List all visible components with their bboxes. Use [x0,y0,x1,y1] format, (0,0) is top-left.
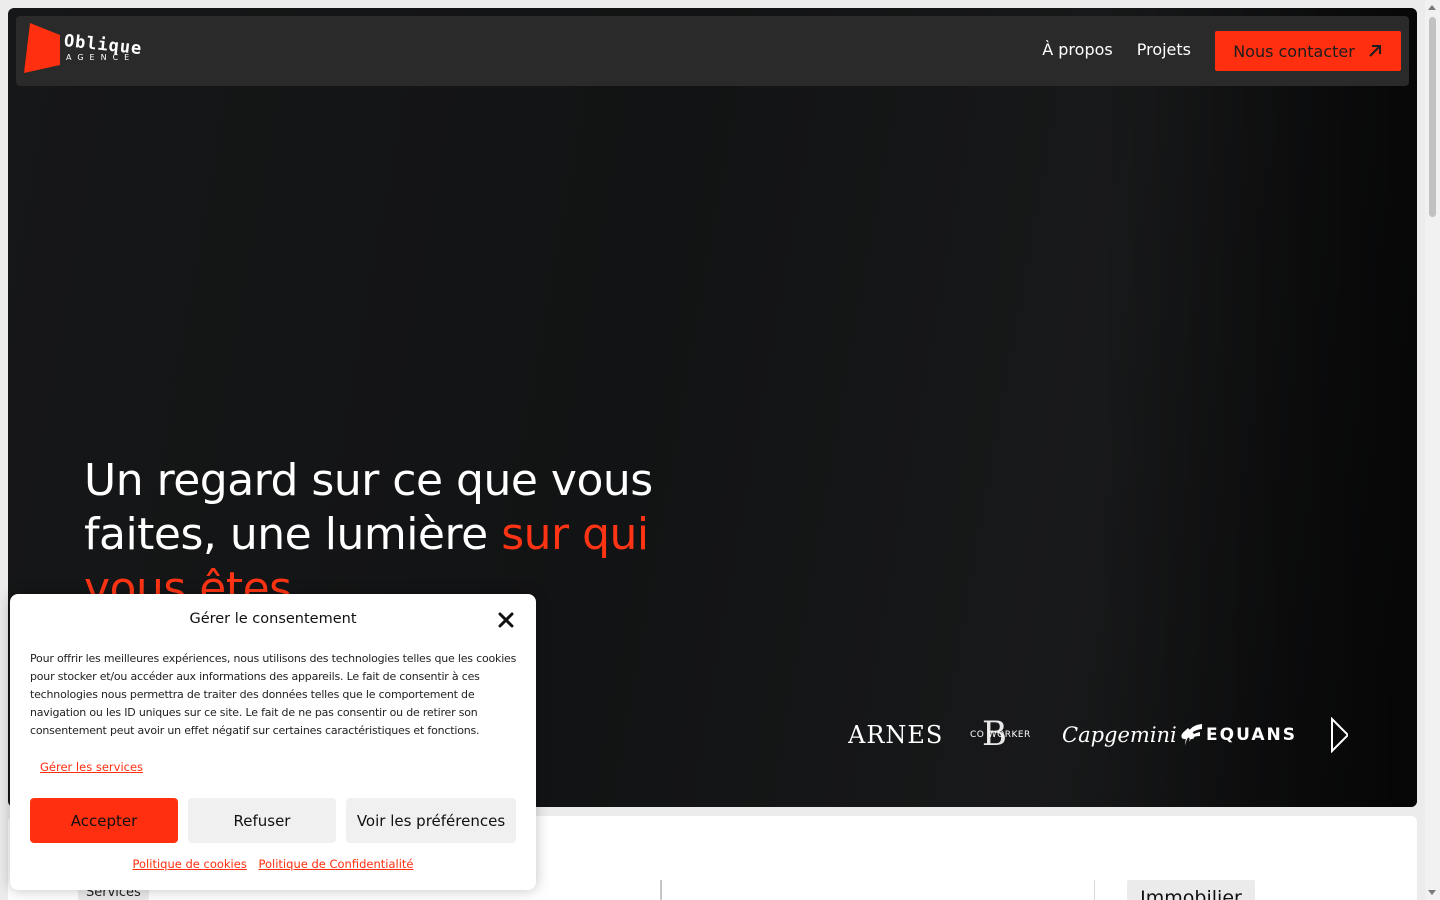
contact-button[interactable]: Nous contacter [1215,31,1401,71]
logo-mark-icon [24,23,60,73]
equans-mark-icon [1185,724,1202,746]
client-logo-capgemini: Capgemini [1062,710,1197,760]
view-preferences-button[interactable]: Voir les préférences [346,798,516,843]
column-divider-1 [660,880,662,900]
policy-links: Politique de cookies Politique de Confid… [10,857,536,871]
hero-title-accent-1: sur qui [501,509,649,560]
logo-subtitle: AGENCE [66,53,136,62]
client-logo-capgemini-text: Capgemini [1062,723,1177,747]
hero-title-line1: Un regard sur ce que vous [84,455,653,506]
partial-logo-icon [1331,717,1348,753]
consent-title: Gérer le consentement [189,611,357,627]
main-nav: À propos Projets [1042,40,1191,59]
contact-button-label: Nous contacter [1233,41,1355,61]
manage-services-link[interactable]: Gérer les services [40,760,143,774]
client-logo-barnes-text: ARNES [848,721,944,749]
cookie-consent-dialog: Gérer le consentement Pour offrir les me… [10,594,536,890]
scroll-up-arrow-icon[interactable] [1428,5,1436,10]
column-divider-2 [1094,880,1095,900]
scrollbar-thumb[interactable] [1429,17,1436,217]
page-scrollbar[interactable] [1425,0,1440,900]
client-logo-coworker: B CO WORKER [970,710,1031,760]
site-logo[interactable]: Oblique AGENCE [24,23,154,75]
client-logo-barnes: ARNES [848,710,943,760]
consent-description: Pour offrir les meilleures expériences, … [30,652,517,737]
nav-link-projets[interactable]: Projets [1137,40,1191,59]
immobilier-tag: Immobilier [1127,880,1255,900]
client-logo-equans-text: EQUANS [1206,725,1297,745]
close-icon [498,612,514,628]
scroll-down-arrow-icon[interactable] [1428,890,1436,895]
client-logos-carousel: ARNES B CO WORKER Capgemini EQUANS [848,710,1348,760]
hero-title: Un regard sur ce que vous faites, une lu… [84,454,684,616]
accept-button[interactable]: Accepter [30,798,178,843]
nav-link-a-propos[interactable]: À propos [1042,40,1112,59]
client-logo-coworker-text: CO WORKER [970,730,1031,740]
arrow-up-right-icon [1369,45,1381,57]
cookie-policy-link[interactable]: Politique de cookies [133,857,247,871]
hero-title-line2: faites, une lumière [84,509,502,560]
close-consent-button[interactable] [496,610,516,630]
refuse-button[interactable]: Refuser [188,798,336,843]
client-logo-partial [1330,710,1348,760]
site-header: Oblique AGENCE À propos Projets Nous con… [16,16,1409,86]
privacy-policy-link[interactable]: Politique de Confidentialité [258,857,413,871]
client-logo-equans: EQUANS [1182,710,1297,760]
